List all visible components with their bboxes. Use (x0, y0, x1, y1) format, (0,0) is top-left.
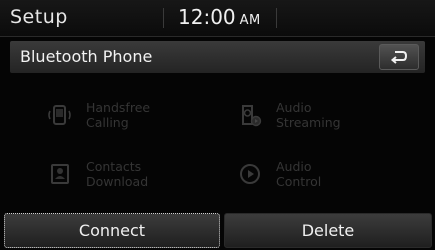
audio-control-icon (240, 164, 260, 184)
delete-button[interactable]: Delete (224, 213, 432, 248)
menu-item-label: Handsfree Calling (86, 100, 151, 130)
status-divider (163, 8, 164, 28)
back-arrow-icon (390, 51, 408, 64)
section-header: Bluetooth Phone (10, 41, 425, 73)
menu-item-label: Audio Control (276, 159, 322, 189)
clock: 12:00 AM (178, 5, 261, 29)
back-button[interactable] (379, 44, 419, 70)
screen-title: Setup (10, 6, 68, 28)
connect-button[interactable]: Connect (4, 213, 220, 248)
menu-item-label: Contacts Download (86, 159, 149, 189)
handsfree-phone-icon (48, 105, 71, 125)
audio-streaming-icon (242, 105, 262, 127)
menu-item-contacts-download[interactable]: Contacts Download (10, 152, 200, 196)
clock-ampm: AM (239, 13, 261, 28)
status-bar: Setup 12:00 AM (0, 0, 435, 37)
menu-item-audio-streaming[interactable]: Audio Streaming (200, 93, 390, 137)
menu-item-handsfree-calling[interactable]: Handsfree Calling (10, 93, 200, 137)
bluetooth-phone-screen: Setup 12:00 AM Bluetooth Phone Handsfree … (0, 0, 435, 250)
status-divider (276, 8, 277, 28)
menu-item-label: Audio Streaming (276, 100, 341, 130)
contacts-download-icon (51, 164, 69, 184)
clock-time: 12:00 (178, 5, 236, 29)
menu-item-audio-control[interactable]: Audio Control (200, 152, 390, 196)
section-title: Bluetooth Phone (20, 47, 153, 66)
